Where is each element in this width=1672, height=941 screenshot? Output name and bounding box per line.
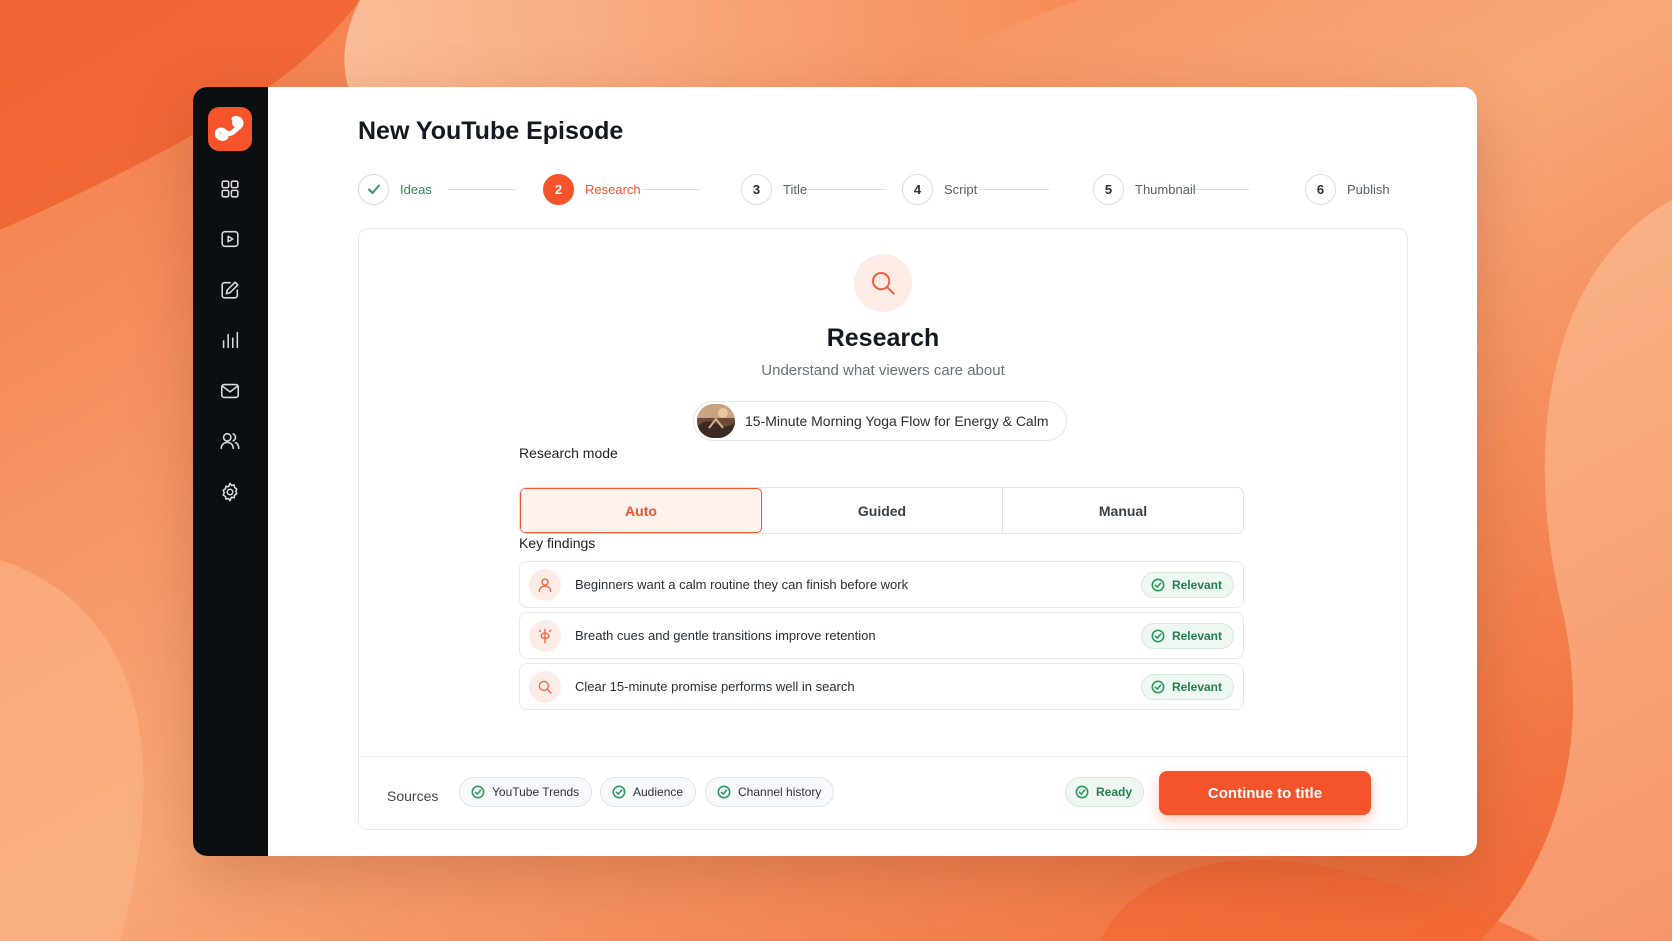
check-circle-icon bbox=[612, 785, 626, 799]
sidebar-item-edit[interactable] bbox=[210, 270, 250, 310]
badge-label: Relevant bbox=[1171, 628, 1222, 643]
topic-pill[interactable]: 15-Minute Morning Yoga Flow for Energy &… bbox=[693, 401, 1067, 441]
step-circle bbox=[358, 173, 389, 205]
step-connector bbox=[448, 189, 516, 190]
finding-text: Breath cues and gentle transitions impro… bbox=[575, 628, 876, 643]
check-circle-icon bbox=[471, 785, 485, 799]
sidebar-item-settings[interactable] bbox=[210, 472, 250, 512]
finding-row[interactable]: Breath cues and gentle transitions impro… bbox=[519, 612, 1244, 659]
step-title[interactable]: 3 Title bbox=[741, 173, 807, 205]
step-research[interactable]: 2 Research bbox=[543, 173, 641, 205]
relevant-badge: Relevant bbox=[1140, 673, 1234, 700]
logo-icon bbox=[215, 116, 244, 141]
step-label: Research bbox=[585, 181, 641, 197]
mode-manual[interactable]: Manual bbox=[1003, 488, 1243, 533]
chip-label: YouTube Trends bbox=[492, 785, 580, 799]
chip-label: Channel history bbox=[738, 785, 822, 799]
finding-row[interactable]: Clear 15-minute promise performs well in… bbox=[519, 663, 1244, 710]
finding-icon bbox=[529, 568, 561, 601]
dashboard-icon bbox=[221, 180, 239, 198]
step-circle: 6 bbox=[1305, 173, 1336, 205]
status-label: Ready bbox=[1096, 785, 1133, 799]
step-label: Script bbox=[944, 181, 978, 197]
continue-to-title-button[interactable]: Continue to title bbox=[1159, 771, 1371, 815]
check-circle-icon bbox=[1075, 785, 1089, 799]
sidebar-item-dashboard[interactable] bbox=[210, 169, 250, 209]
step-circle: 4 bbox=[902, 173, 933, 205]
research-mode-label: Research mode bbox=[519, 445, 618, 461]
settings-icon bbox=[222, 482, 238, 502]
edit-icon bbox=[221, 281, 239, 299]
ready-status-badge: Ready bbox=[1065, 777, 1145, 807]
step-label: Thumbnail bbox=[1135, 181, 1196, 197]
search-icon bbox=[872, 272, 895, 295]
check-circle-icon bbox=[717, 785, 731, 799]
research-card: Research Understand what viewers care ab… bbox=[358, 228, 1408, 830]
video-icon bbox=[221, 230, 239, 248]
research-title: Research bbox=[826, 324, 940, 352]
page-title: New YouTube Episode bbox=[358, 117, 624, 145]
sidebar bbox=[193, 87, 268, 856]
step-ideas[interactable]: Ideas bbox=[358, 173, 432, 205]
chip-label: Audience bbox=[633, 785, 684, 799]
mode-auto[interactable]: Auto bbox=[520, 488, 762, 533]
check-circle-icon bbox=[1151, 578, 1165, 591]
check-icon bbox=[367, 184, 380, 194]
sidebar-item-videos[interactable] bbox=[210, 219, 250, 259]
finding-text: Clear 15-minute promise performs well in… bbox=[575, 679, 855, 694]
source-chip-youtube-trends[interactable]: YouTube Trends bbox=[459, 777, 593, 807]
research-badge bbox=[854, 254, 912, 312]
badge-label: Relevant bbox=[1171, 679, 1222, 694]
step-publish[interactable]: 6 Publish bbox=[1305, 173, 1390, 205]
step-label: Ideas bbox=[400, 181, 432, 197]
key-findings-label: Key findings bbox=[519, 535, 596, 551]
breath-icon bbox=[538, 628, 552, 643]
step-circle: 2 bbox=[543, 173, 574, 205]
source-chip-audience[interactable]: Audience bbox=[600, 777, 697, 807]
step-connector bbox=[980, 189, 1050, 190]
step-script[interactable]: 4 Script bbox=[902, 173, 977, 205]
step-connector bbox=[642, 189, 700, 190]
sidebar-item-analytics[interactable] bbox=[210, 320, 250, 360]
mode-guided[interactable]: Guided bbox=[762, 488, 1003, 533]
sidebar-item-mail[interactable] bbox=[210, 371, 250, 411]
finding-icon bbox=[529, 670, 561, 703]
finding-row[interactable]: Beginners want a calm routine they can f… bbox=[519, 561, 1244, 608]
step-connector bbox=[801, 189, 886, 190]
topic-thumbnail bbox=[697, 404, 735, 438]
badge-label: Relevant bbox=[1171, 577, 1222, 592]
check-circle-icon bbox=[1151, 629, 1165, 642]
user-icon bbox=[538, 577, 552, 592]
analytics-icon bbox=[222, 331, 239, 349]
relevant-badge: Relevant bbox=[1140, 571, 1234, 598]
main-content: New YouTube Episode Ideas 2 Research 3 T… bbox=[268, 87, 1477, 856]
step-circle: 5 bbox=[1093, 173, 1124, 205]
topic-title: 15-Minute Morning Yoga Flow for Energy &… bbox=[745, 413, 1049, 429]
relevant-badge: Relevant bbox=[1140, 622, 1234, 649]
step-thumbnail[interactable]: 5 Thumbnail bbox=[1093, 173, 1196, 205]
search-icon bbox=[538, 680, 552, 694]
app-window: New YouTube Episode Ideas 2 Research 3 T… bbox=[193, 87, 1477, 856]
research-subtitle: Understand what viewers care about bbox=[761, 362, 1005, 379]
research-mode-selector: Auto Guided Manual bbox=[519, 487, 1244, 534]
source-chip-channel-history[interactable]: Channel history bbox=[705, 777, 835, 807]
users-icon bbox=[220, 432, 240, 450]
step-label: Publish bbox=[1347, 181, 1390, 197]
sources-label: Sources bbox=[387, 788, 439, 804]
check-circle-icon bbox=[1151, 680, 1165, 693]
step-circle: 3 bbox=[741, 173, 772, 205]
finding-text: Beginners want a calm routine they can f… bbox=[575, 577, 909, 592]
finding-icon bbox=[529, 619, 561, 652]
divider bbox=[359, 756, 1407, 757]
sidebar-item-users[interactable] bbox=[210, 421, 250, 461]
app-logo[interactable] bbox=[208, 107, 252, 151]
stepper: Ideas 2 Research 3 Title 4 Script 5 Thum… bbox=[358, 173, 1408, 207]
step-label: Title bbox=[783, 181, 808, 197]
mail-icon bbox=[220, 383, 240, 399]
